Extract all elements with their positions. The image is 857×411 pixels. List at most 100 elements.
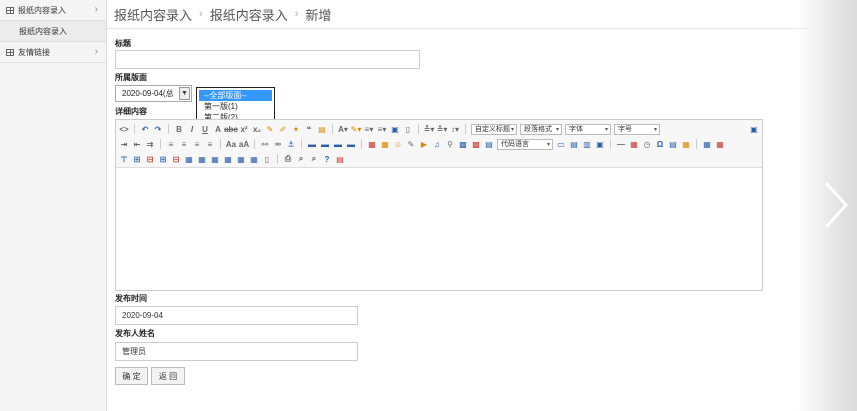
wordimage-icon[interactable]: ▤ <box>668 139 678 149</box>
delete-col-icon[interactable]: ⊟ <box>171 154 181 164</box>
code-language-select[interactable]: 代码语言 <box>497 138 553 150</box>
unlink-icon[interactable]: ⚮ <box>273 139 283 149</box>
align-center-icon[interactable]: ≡ <box>179 139 189 149</box>
sidebar-subitem-newspaper[interactable]: 报纸内容录入 <box>0 21 106 42</box>
special-chars-icon[interactable]: Ω <box>655 139 665 149</box>
sidebar-item-newspaper[interactable]: 报纸内容录入 › <box>0 0 106 21</box>
map-icon[interactable]: ▩ <box>458 139 468 149</box>
paste-text-icon[interactable]: ▤ <box>317 124 327 134</box>
template-icon[interactable]: ▤ <box>569 139 579 149</box>
merge-cells-icon[interactable]: ▦ <box>184 154 194 164</box>
indent-icon[interactable]: ⇉ <box>145 139 155 149</box>
attachment-icon[interactable]: ⚲ <box>445 139 455 149</box>
date-input[interactable]: 2020-09-04 <box>115 306 358 325</box>
delete-row-icon[interactable]: ⊟ <box>145 154 155 164</box>
section-select[interactable]: 2020-09-04(总 ▼ <box>115 85 192 102</box>
insert-col-icon[interactable]: ⊞ <box>158 154 168 164</box>
back-button[interactable]: 返 回 <box>151 367 185 385</box>
align-right-icon[interactable]: ≡ <box>192 139 202 149</box>
font-color-icon[interactable]: A▾ <box>338 124 348 134</box>
breadcrumb-item[interactable]: 报纸内容录入 <box>210 5 288 24</box>
scrawl-icon[interactable]: ✎ <box>406 139 416 149</box>
webapp-icon[interactable]: ▦ <box>681 139 691 149</box>
title-input[interactable] <box>115 50 420 69</box>
music-icon[interactable]: ♫ <box>432 139 442 149</box>
underline-icon[interactable]: U <box>200 124 210 134</box>
breadcrumb-item[interactable]: 报纸内容录入 <box>114 5 192 24</box>
split-cells-icon[interactable]: ▦ <box>223 154 233 164</box>
row-spacing-bottom-icon[interactable]: ≚▾ <box>437 124 448 134</box>
font-size-select[interactable]: 字号 <box>614 123 660 135</box>
bold-icon[interactable]: B <box>174 124 184 134</box>
font-family-select[interactable]: 字体 <box>565 123 611 135</box>
align-left-icon[interactable]: ≡ <box>166 139 176 149</box>
insert-table-icon[interactable]: ▦ <box>702 139 712 149</box>
snapscreen-icon[interactable]: ▣ <box>595 139 605 149</box>
anchor-icon[interactable]: ⚓ <box>286 139 296 149</box>
split-cols-icon[interactable]: ▦ <box>249 154 259 164</box>
drafts-icon[interactable]: ▤ <box>335 154 345 164</box>
ltr-icon[interactable]: ⇥ <box>119 139 129 149</box>
fullscreen-icon[interactable]: ▣ <box>749 124 759 134</box>
row-spacing-top-icon[interactable]: ≛▾ <box>424 124 435 134</box>
image-center-icon[interactable]: ▬ <box>346 139 356 149</box>
video-icon[interactable]: ▶ <box>419 139 429 149</box>
line-height-icon[interactable]: ↕▾ <box>450 124 460 134</box>
paragraph-format-select[interactable]: 段落格式 <box>520 123 562 135</box>
image-none-icon[interactable]: ▬ <box>307 139 317 149</box>
background-icon[interactable]: ▥ <box>582 139 592 149</box>
chart-icon[interactable]: ▯ <box>262 154 272 164</box>
italic-icon[interactable]: I <box>187 124 197 134</box>
strikethrough-icon[interactable]: abc <box>224 124 238 134</box>
source-code-icon[interactable]: <> <box>119 124 129 134</box>
dropdown-option[interactable]: --全部版面-- <box>199 90 272 101</box>
highlight-icon[interactable]: ✎▾ <box>351 124 362 134</box>
search-replace-icon[interactable]: ⌕ <box>309 154 319 164</box>
merge-down-icon[interactable]: ▦ <box>210 154 220 164</box>
superscript-icon[interactable]: x² <box>239 124 249 134</box>
image-right-icon[interactable]: ▬ <box>333 139 343 149</box>
page-break-icon[interactable]: ▭ <box>556 139 566 149</box>
redo-icon[interactable]: ↷ <box>153 124 163 134</box>
align-justify-icon[interactable]: ≡ <box>205 139 215 149</box>
insert-frame-icon[interactable]: ▤ <box>484 139 494 149</box>
select-all-icon[interactable]: ▣ <box>390 124 400 134</box>
split-rows-icon[interactable]: ▦ <box>236 154 246 164</box>
publisher-input[interactable]: 管理员 <box>115 342 358 361</box>
lowercase-icon[interactable]: aA <box>239 139 249 149</box>
insert-paragraph-before-table-icon[interactable]: ⊤ <box>119 154 129 164</box>
print-icon[interactable]: ⎙ <box>283 154 293 164</box>
gmap-icon[interactable]: ▩ <box>471 139 481 149</box>
date-icon[interactable]: ▦ <box>629 139 639 149</box>
help-icon[interactable]: ? <box>322 154 332 164</box>
auto-format-icon[interactable]: ✐ <box>278 124 288 134</box>
multi-image-icon[interactable]: ▦ <box>380 139 390 149</box>
delete-table-icon[interactable]: ▦ <box>715 139 725 149</box>
horizontal-rule-icon[interactable]: — <box>616 139 626 149</box>
dropdown-option[interactable]: 第一版(1) <box>199 101 272 112</box>
time-icon[interactable]: ◷ <box>642 139 652 149</box>
insert-row-icon[interactable]: ⊞ <box>132 154 142 164</box>
sidebar-item-links[interactable]: 友情链接 › <box>0 42 106 63</box>
chevron-down-icon[interactable]: ▼ <box>179 87 190 100</box>
blockquote-icon[interactable]: ❝ <box>304 124 314 134</box>
emotion-icon[interactable]: ☺ <box>393 139 403 149</box>
editor-content-area[interactable] <box>116 168 762 290</box>
chevron-right-icon[interactable] <box>823 180 849 230</box>
clear-doc-icon[interactable]: ▯ <box>403 124 413 134</box>
rtl-icon[interactable]: ⇤ <box>132 139 142 149</box>
uppercase-icon[interactable]: Aa <box>226 139 236 149</box>
image-icon[interactable]: ▦ <box>367 139 377 149</box>
undo-icon[interactable]: ↶ <box>140 124 150 134</box>
subscript-icon[interactable]: x₂ <box>252 124 262 134</box>
custom-title-select[interactable]: 自定义标题 <box>471 123 517 135</box>
clear-format-icon[interactable]: ✦ <box>291 124 301 134</box>
unordered-list-icon[interactable]: ≡▾ <box>377 124 387 134</box>
merge-right-icon[interactable]: ▦ <box>197 154 207 164</box>
border-icon[interactable]: A <box>213 124 223 134</box>
link-icon[interactable]: ⚯ <box>260 139 270 149</box>
format-painter-icon[interactable]: ✎ <box>265 124 275 134</box>
confirm-button[interactable]: 确 定 <box>115 367 148 385</box>
image-left-icon[interactable]: ▬ <box>320 139 330 149</box>
preview-icon[interactable]: ⌕ <box>296 154 306 164</box>
